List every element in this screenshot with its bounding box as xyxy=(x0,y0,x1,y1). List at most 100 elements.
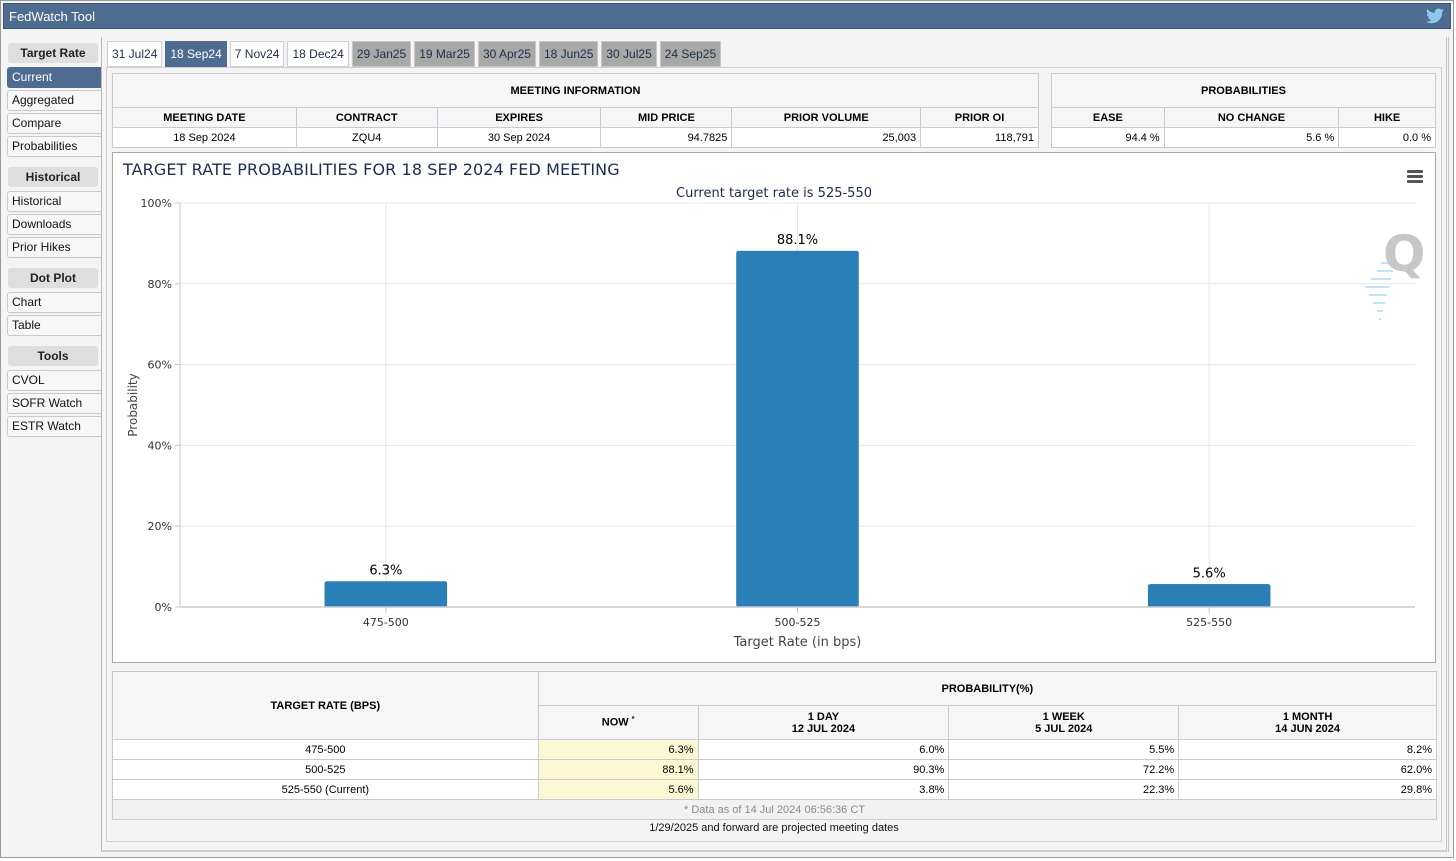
tab-18-jun25[interactable]: 18 Jun25 xyxy=(538,41,599,67)
col-target-rate: TARGET RATE (BPS) xyxy=(112,671,539,740)
y-tick-label: 40% xyxy=(148,439,172,452)
sidebar-item-cvol[interactable]: CVOL xyxy=(7,370,101,391)
rate-cell: 525-550 (Current) xyxy=(112,779,539,800)
tab-24-sep25[interactable]: 24 Sep25 xyxy=(659,41,722,67)
bar-475-500 xyxy=(324,581,448,608)
hike-value: 0.0 % xyxy=(1338,127,1436,148)
now-cell: 6.3% xyxy=(537,739,699,760)
table-row: 525-550 (Current) 5.6% 3.8% 22.3% 29.8% xyxy=(112,779,1437,800)
col-contract: CONTRACT xyxy=(295,107,438,128)
mid-price-value: 94.7825 xyxy=(600,127,733,148)
sidebar-heading-historical: Historical xyxy=(8,167,98,187)
y-tick-label: 80% xyxy=(148,278,172,291)
probability-group-heading: PROBABILITY(%) xyxy=(537,671,1438,706)
sidebar-heading-target-rate: Target Rate xyxy=(8,43,98,63)
bars xyxy=(324,250,1271,608)
tab-18-sep24[interactable]: 18 Sep24 xyxy=(165,41,227,67)
fedwatch-app: FedWatch Tool Target Rate Current Aggreg… xyxy=(0,0,1454,858)
prior-oi-value: 118,791 xyxy=(920,127,1039,148)
meeting-date-value: 18 Sep 2024 xyxy=(112,127,297,148)
tab-30-jul25[interactable]: 30 Jul25 xyxy=(601,41,657,67)
now-asterisk: * xyxy=(631,716,635,724)
sidebar-item-chart[interactable]: Chart xyxy=(7,292,101,313)
tab-content: MEETING INFORMATION MEETING DATE CONTRAC… xyxy=(106,67,1442,842)
x-axis-title: Target Rate (in bps) xyxy=(733,635,862,650)
sidebar-heading-dot-plot: Dot Plot xyxy=(8,268,98,288)
x-tick-label: 525-550 xyxy=(1186,616,1232,629)
sidebar-item-prior-hikes[interactable]: Prior Hikes xyxy=(7,237,101,258)
month-cell: 62.0% xyxy=(1178,759,1437,780)
col-now: NOW * xyxy=(537,705,699,740)
prior-volume-value: 25,003 xyxy=(731,127,922,148)
twitter-bird-icon[interactable] xyxy=(1426,8,1444,24)
no-change-value: 5.6 % xyxy=(1163,127,1340,148)
x-tick-label: 500-525 xyxy=(775,616,821,629)
tab-31-jul24[interactable]: 31 Jul24 xyxy=(107,41,163,67)
col-prior-volume: PRIOR VOLUME xyxy=(731,107,922,128)
probabilities-table: PROBABILITIES EASE NO CHANGE HIKE 94.4 %… xyxy=(1051,73,1436,148)
y-tick-label: 60% xyxy=(148,359,172,372)
sidebar-item-table[interactable]: Table xyxy=(7,315,101,336)
col-1-day: 1 DAY 12 JUL 2024 xyxy=(697,705,950,740)
rate-cell: 475-500 xyxy=(112,739,539,760)
main-panel: 31 Jul24 18 Sep24 7 Nov24 18 Dec24 29 Ja… xyxy=(101,37,1449,852)
table-row: 475-500 6.3% 6.0% 5.5% 8.2% xyxy=(112,739,1437,760)
data-label: 5.6% xyxy=(1193,566,1226,581)
app-title: FedWatch Tool xyxy=(9,9,95,24)
now-cell: 5.6% xyxy=(537,779,699,800)
y-axis-title: Probability xyxy=(126,373,140,436)
contract-value: ZQU4 xyxy=(295,127,438,148)
tab-19-mar25[interactable]: 19 Mar25 xyxy=(414,41,475,67)
rate-cell: 500-525 xyxy=(112,759,539,780)
week-cell: 22.3% xyxy=(948,779,1180,800)
probability-chart: TARGET RATE PROBABILITIES FOR 18 SEP 202… xyxy=(112,152,1436,663)
data-timestamp-footnote: * Data as of 14 Jul 2024 06:56:36 CT xyxy=(112,799,1437,820)
month-cell: 29.8% xyxy=(1178,779,1437,800)
sidebar-heading-tools: Tools xyxy=(8,346,98,366)
tab-30-apr25[interactable]: 30 Apr25 xyxy=(477,41,536,67)
y-tick-label: 20% xyxy=(148,520,172,533)
week-cell: 72.2% xyxy=(948,759,1180,780)
month-cell: 8.2% xyxy=(1178,739,1437,760)
sidebar-item-probabilities[interactable]: Probabilities xyxy=(7,136,101,157)
col-meeting-date: MEETING DATE xyxy=(112,107,297,128)
projected-dates-note: 1/29/2025 and forward are projected meet… xyxy=(649,822,899,834)
col-1-month: 1 MONTH 14 JUN 2024 xyxy=(1178,705,1437,740)
col-ease: EASE xyxy=(1051,107,1165,128)
now-cell: 88.1% xyxy=(537,759,699,780)
meeting-information-heading: MEETING INFORMATION xyxy=(112,73,1039,108)
probability-history-table: TARGET RATE (BPS) PROBABILITY(%) NOW * 1… xyxy=(112,671,1438,820)
tab-7-nov24[interactable]: 7 Nov24 xyxy=(229,41,285,67)
day-cell: 90.3% xyxy=(697,759,950,780)
col-1-week: 1 WEEK 5 JUL 2024 xyxy=(948,705,1180,740)
bar-chart-svg: Q 6.3% 88.1% 5.6% 0% 20% 40% 60% 80% 100% 475-50… xyxy=(126,197,1426,650)
svg-text:Q: Q xyxy=(1383,225,1426,283)
probabilities-heading: PROBABILITIES xyxy=(1051,73,1436,108)
sidebar: Target Rate Current Aggregated Compare P… xyxy=(7,43,101,439)
sidebar-item-aggregated[interactable]: Aggregated xyxy=(7,90,101,111)
tab-18-dec24[interactable]: 18 Dec24 xyxy=(287,41,349,67)
quikstrike-q-logo: Q xyxy=(1365,225,1426,320)
col-prior-oi: PRIOR OI xyxy=(920,107,1039,128)
day-cell: 3.8% xyxy=(697,779,950,800)
sidebar-item-compare[interactable]: Compare xyxy=(7,113,101,134)
meeting-information-table: MEETING INFORMATION MEETING DATE CONTRAC… xyxy=(112,73,1039,148)
col-no-change: NO CHANGE xyxy=(1163,107,1340,128)
sidebar-item-current[interactable]: Current xyxy=(7,67,101,88)
bar-500-525 xyxy=(736,250,859,608)
sidebar-item-estr-watch[interactable]: ESTR Watch xyxy=(7,416,101,437)
sidebar-item-downloads[interactable]: Downloads xyxy=(7,214,101,235)
col-mid-price: MID PRICE xyxy=(600,107,733,128)
col-expires: EXPIRES xyxy=(436,107,602,128)
sidebar-item-historical[interactable]: Historical xyxy=(7,191,101,212)
col-hike: HIKE xyxy=(1338,107,1436,128)
title-bar: FedWatch Tool xyxy=(3,3,1451,29)
y-tick-label: 0% xyxy=(155,601,172,614)
tab-29-jan25[interactable]: 29 Jan25 xyxy=(351,41,412,67)
week-cell: 5.5% xyxy=(948,739,1180,760)
day-cell: 6.0% xyxy=(697,739,950,760)
sidebar-item-sofr-watch[interactable]: SOFR Watch xyxy=(7,393,101,414)
data-label: 6.3% xyxy=(369,564,402,579)
expires-value: 30 Sep 2024 xyxy=(436,127,602,148)
table-row: 500-525 88.1% 90.3% 72.2% 62.0% xyxy=(112,759,1437,780)
